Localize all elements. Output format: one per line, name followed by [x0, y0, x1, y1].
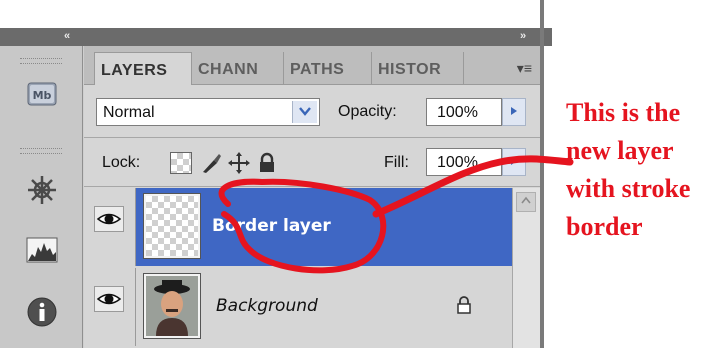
lock-position-icon[interactable]: [228, 152, 250, 174]
tab-paths[interactable]: PATHS: [284, 52, 372, 84]
annotation-line: new layer: [566, 136, 674, 165]
navigator-icon[interactable]: [26, 174, 58, 206]
panel-dock: Mb: [0, 46, 83, 348]
panel-edge-divider: [540, 0, 544, 348]
eye-icon: [96, 213, 122, 225]
fill-slider-button[interactable]: [502, 148, 526, 176]
annotation-line: This is the: [566, 98, 681, 127]
lock-icon: [457, 296, 471, 314]
lock-label: Lock:: [102, 154, 141, 171]
mini-bridge-icon[interactable]: Mb: [26, 78, 58, 110]
fill-label: Fill:: [384, 154, 409, 171]
dock-grip[interactable]: [20, 58, 62, 64]
panel-tab-bar: LAYERS CHANN PATHS HISTOR ▾≡: [84, 46, 540, 85]
opacity-slider-button[interactable]: [502, 98, 526, 126]
layer-row-border[interactable]: Border layer: [84, 188, 512, 266]
dock-grip[interactable]: [20, 148, 62, 154]
annotation-line: with stroke: [566, 174, 691, 203]
layer-name[interactable]: Background: [216, 296, 318, 316]
tab-channels[interactable]: CHANN: [192, 52, 284, 84]
histogram-icon[interactable]: [26, 234, 58, 266]
divider: [84, 186, 540, 187]
chevron-down-icon[interactable]: [292, 101, 317, 123]
info-icon[interactable]: [26, 296, 58, 328]
layer-row-background[interactable]: Background: [84, 268, 512, 346]
visibility-toggle[interactable]: [94, 286, 124, 312]
fill-input[interactable]: 100%: [426, 148, 502, 176]
panel-menu-icon[interactable]: ▾≡: [517, 60, 532, 77]
layer-name[interactable]: Border layer: [212, 216, 331, 236]
eye-icon: [96, 293, 122, 305]
visibility-column: [84, 268, 136, 346]
visibility-toggle[interactable]: [94, 206, 124, 232]
collapse-left-button[interactable]: «: [64, 30, 70, 42]
tab-layers[interactable]: LAYERS: [94, 52, 192, 85]
annotation-text: This is the new layer with stroke border: [566, 94, 706, 246]
lock-transparent-pixels-icon[interactable]: [170, 152, 192, 174]
collapse-right-button[interactable]: »: [520, 30, 526, 42]
layers-scrollbar[interactable]: [512, 188, 540, 348]
opacity-input[interactable]: 100%: [426, 98, 502, 126]
layers-panel: LAYERS CHANN PATHS HISTOR ▾≡ Normal Opac…: [84, 46, 540, 348]
lock-all-icon[interactable]: [256, 152, 278, 174]
lock-image-pixels-icon[interactable]: [200, 152, 222, 174]
blend-mode-select[interactable]: Normal: [96, 98, 320, 126]
layer-thumbnail[interactable]: [143, 193, 201, 259]
visibility-column: [84, 188, 136, 266]
mini-bridge-text: Mb: [33, 89, 52, 102]
divider: [84, 137, 540, 138]
scroll-up-button[interactable]: [516, 192, 536, 212]
blend-mode-value: Normal: [103, 104, 155, 121]
portrait-thumbnail-image: [146, 276, 198, 336]
panel-top-bar: « »: [0, 28, 552, 46]
tab-history[interactable]: HISTOR: [372, 52, 464, 84]
annotation-line: border: [566, 212, 643, 241]
layer-thumbnail[interactable]: [143, 273, 201, 339]
opacity-label: Opacity:: [338, 103, 397, 120]
